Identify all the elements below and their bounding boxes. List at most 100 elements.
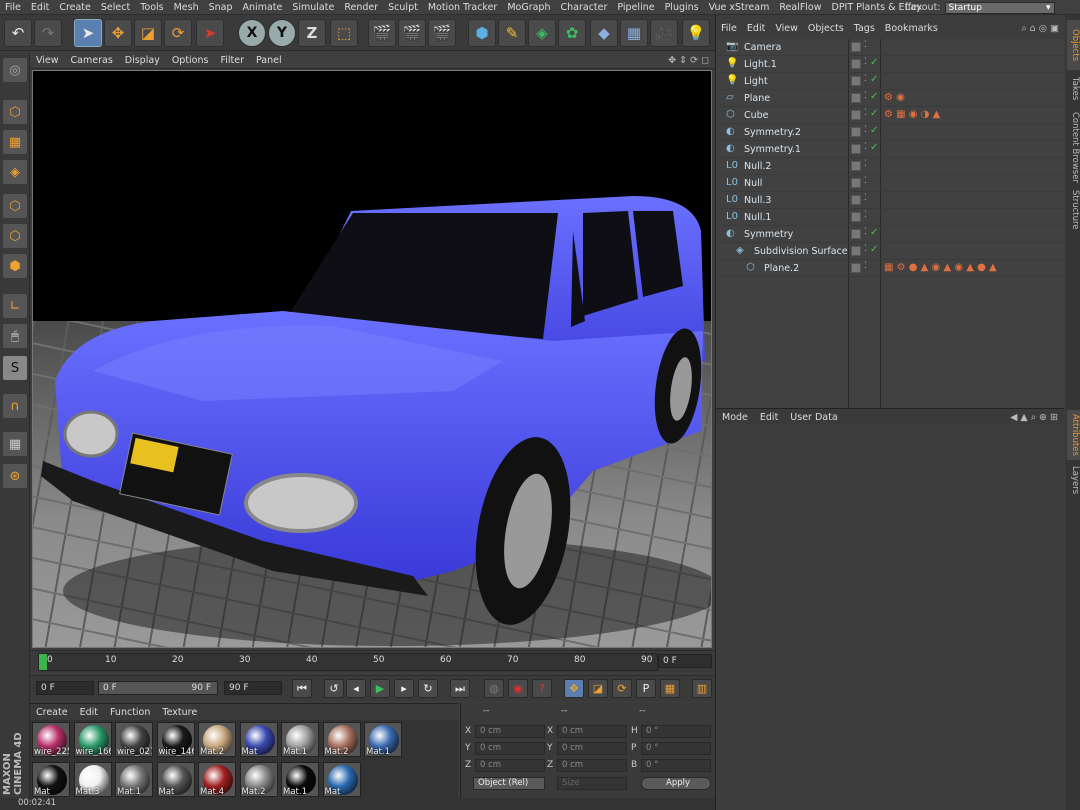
material-swatch[interactable]: Mat: [32, 762, 70, 797]
timeline[interactable]: 0 10 20 30 40 50 60 70 80 90 0 F: [30, 650, 715, 672]
layer-color-icon[interactable]: [851, 42, 861, 52]
subdivision-surface-icon[interactable]: ◈: [528, 19, 556, 47]
layer-color-icon[interactable]: [851, 178, 861, 188]
snap-icon[interactable]: S: [3, 356, 27, 380]
tab-content-browser[interactable]: Content Browser: [1067, 107, 1080, 187]
key-pla-icon[interactable]: ▦: [660, 679, 680, 698]
size-x-field[interactable]: 0 cm: [557, 725, 627, 738]
object-row[interactable]: 💡 Light.1 ⁚ ✓: [716, 56, 1064, 73]
visibility-dots-icon[interactable]: ⁚: [864, 125, 867, 135]
om-menu-file[interactable]: File: [716, 23, 742, 34]
material-menu-edit[interactable]: Edit: [74, 707, 104, 718]
material-swatch[interactable]: Mat.2: [322, 722, 361, 757]
material-swatch[interactable]: Mat: [322, 762, 361, 797]
key-position-icon[interactable]: ✥: [564, 679, 584, 698]
menu-create[interactable]: Create: [54, 2, 96, 13]
material-swatch[interactable]: Mat.1: [115, 762, 153, 797]
menu-vue-xstream[interactable]: Vue xStream: [704, 2, 775, 13]
material-swatch[interactable]: wire_027: [115, 722, 153, 757]
material-swatch[interactable]: Mat: [156, 762, 195, 797]
object-row[interactable]: ⬡ Plane.2 ⁚ ▦ ⚙ ● ▲ ◉ ▲ ◉ ▲ ● ▲: [716, 260, 1064, 277]
menu-sculpt[interactable]: Sculpt: [383, 2, 423, 13]
menu-tools[interactable]: Tools: [135, 2, 168, 13]
menu-render[interactable]: Render: [339, 2, 383, 13]
previous-frame-icon[interactable]: ◂: [346, 679, 366, 698]
make-editable-icon[interactable]: ◎: [3, 58, 27, 82]
layer-color-icon[interactable]: [851, 263, 861, 273]
attr-menu-edit[interactable]: Edit: [754, 412, 784, 423]
points-mode-icon[interactable]: ⬡: [3, 194, 27, 218]
enabled-check-icon[interactable]: ✓: [870, 244, 878, 255]
menu-plugins[interactable]: Plugins: [660, 2, 704, 13]
visibility-dots-icon[interactable]: ⁚: [864, 159, 867, 169]
3d-viewport[interactable]: [32, 70, 712, 648]
layer-color-icon[interactable]: [851, 246, 861, 256]
workplane-icon[interactable]: ▦: [3, 432, 27, 456]
render-to-picture-viewer-icon[interactable]: 🎬: [398, 19, 426, 47]
previous-key-icon[interactable]: ↺: [324, 679, 344, 698]
play-icon[interactable]: ▶: [370, 679, 390, 698]
coordinate-system-icon[interactable]: ⬚: [330, 19, 358, 47]
attr-menu-mode[interactable]: Mode: [716, 412, 754, 423]
material-swatch[interactable]: wire_225: [32, 722, 70, 757]
material-menu-texture[interactable]: Texture: [156, 707, 203, 718]
layer-color-icon[interactable]: [851, 127, 861, 137]
pen-spline-icon[interactable]: ✎: [498, 19, 526, 47]
visibility-dots-icon[interactable]: ⁚: [864, 40, 867, 50]
undo-icon[interactable]: ↶: [4, 19, 32, 47]
layout-dropdown[interactable]: Startup: [944, 1, 1055, 14]
record-keys-icon[interactable]: ◍: [484, 679, 504, 698]
menu-snap[interactable]: Snap: [204, 2, 238, 13]
texture-mode-icon[interactable]: ▦: [3, 130, 27, 154]
render-settings-icon[interactable]: 🎬: [428, 19, 456, 47]
menu-pipeline[interactable]: Pipeline: [612, 2, 659, 13]
viewport-menu-cameras[interactable]: Cameras: [65, 55, 119, 66]
redo-icon[interactable]: ↷: [34, 19, 62, 47]
attr-nav-icons[interactable]: ◀ ▲ ⌕ ⊕ ⊞: [1004, 412, 1064, 423]
floor-icon[interactable]: ▦: [620, 19, 648, 47]
tab-layers[interactable]: Layers: [1067, 463, 1080, 498]
locked-workplane-icon[interactable]: ⊛: [3, 464, 27, 488]
rotation-h-field[interactable]: 0 °: [641, 725, 711, 738]
enabled-check-icon[interactable]: ✓: [870, 91, 878, 102]
enabled-check-icon[interactable]: ✓: [870, 57, 878, 68]
viewport-menu-view[interactable]: View: [30, 55, 65, 66]
material-swatch[interactable]: Mat: [239, 722, 278, 757]
material-swatch[interactable]: Mat.3: [73, 762, 112, 797]
array-icon[interactable]: ✿: [558, 19, 586, 47]
key-parameter-icon[interactable]: P: [636, 679, 656, 698]
layer-color-icon[interactable]: [851, 161, 861, 171]
viewport-menu-panel[interactable]: Panel: [250, 55, 288, 66]
viewport-nav-icons[interactable]: ✥ ⇕ ⟳ ◻: [662, 55, 715, 66]
position-y-field[interactable]: 0 cm: [475, 742, 545, 755]
menu-mograph[interactable]: MoGraph: [502, 2, 555, 13]
tab-attributes[interactable]: Attributes: [1067, 410, 1080, 460]
camera-icon[interactable]: 🎥: [650, 19, 678, 47]
visibility-dots-icon[interactable]: ⁚: [864, 227, 867, 237]
size-mode-dropdown[interactable]: Size: [557, 777, 627, 790]
attr-menu-user-data[interactable]: User Data: [784, 412, 843, 423]
scale-icon[interactable]: ◪: [134, 19, 162, 47]
model-mode-icon[interactable]: ⬡: [3, 100, 27, 124]
deformer-icon[interactable]: ◆: [590, 19, 618, 47]
visibility-dots-icon[interactable]: ⁚: [864, 108, 867, 118]
om-menu-edit[interactable]: Edit: [742, 23, 770, 34]
object-tags[interactable]: ▦ ⚙ ● ▲ ◉ ▲ ◉ ▲ ● ▲: [884, 262, 997, 273]
live-selection-icon[interactable]: ➤: [74, 19, 102, 47]
next-key-icon[interactable]: ↻: [418, 679, 438, 698]
visibility-dots-icon[interactable]: ⁚: [864, 244, 867, 254]
timeline-playhead[interactable]: [39, 654, 47, 670]
layer-color-icon[interactable]: [851, 76, 861, 86]
object-row[interactable]: ◐ Symmetry.1 ⁚ ✓: [716, 141, 1064, 158]
y-axis-lock-icon[interactable]: Y: [268, 19, 296, 47]
key-rotation-icon[interactable]: ⟳: [612, 679, 632, 698]
object-tags[interactable]: ⚙ ▦ ◉ ◑ ▲: [884, 109, 940, 120]
om-menu-view[interactable]: View: [770, 23, 803, 34]
go-to-end-icon[interactable]: ⏭: [450, 679, 470, 698]
material-menu-function[interactable]: Function: [104, 707, 156, 718]
om-menu-objects[interactable]: Objects: [803, 23, 849, 34]
layer-color-icon[interactable]: [851, 93, 861, 103]
material-swatch[interactable]: Mat.1: [364, 722, 402, 757]
menu-character[interactable]: Character: [555, 2, 612, 13]
visibility-dots-icon[interactable]: ⁚: [864, 57, 867, 67]
